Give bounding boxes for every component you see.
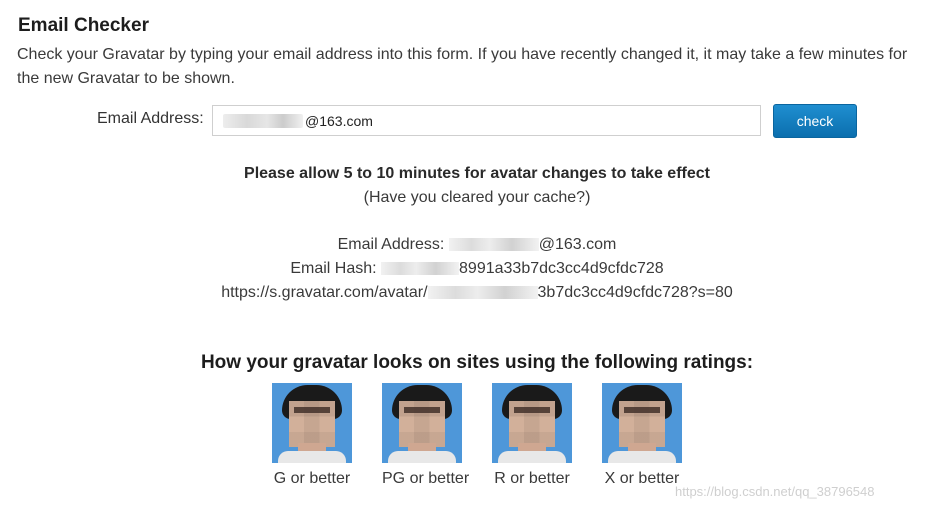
watermark: https://blog.csdn.net/qq_38796548 <box>675 484 875 499</box>
info-url-prefix: https://s.gravatar.com/avatar/ <box>221 284 428 301</box>
rating-card-g: G or better <box>272 383 352 488</box>
check-button[interactable]: check <box>773 104 857 138</box>
redacted-text <box>223 113 303 128</box>
info-email-domain: @163.com <box>538 236 617 253</box>
info-email-line: Email Address: @163.com <box>0 236 927 254</box>
info-url-line: https://s.gravatar.com/avatar/3b7dc3cc4d… <box>0 284 927 302</box>
avatar-image <box>272 383 352 463</box>
info-url-suffix: 3b7dc3cc4d9cfdc728?s=80 <box>537 284 733 301</box>
rating-label: X or better <box>604 470 680 487</box>
rating-card-x: X or better <box>602 383 682 488</box>
avatar-image <box>492 383 572 463</box>
rating-label: G or better <box>273 470 351 487</box>
rating-card-r: R or better <box>492 383 572 488</box>
avatar-image <box>382 383 462 463</box>
page-title: Email Checker <box>18 15 149 36</box>
email-input[interactable]: @163.com <box>212 105 761 136</box>
rating-label: R or better <box>494 470 570 487</box>
avatar-image <box>602 383 682 463</box>
notice-heading: Please allow 5 to 10 minutes for avatar … <box>244 165 710 182</box>
ratings-heading: How your gravatar looks on sites using t… <box>200 352 754 373</box>
intro-text: Check your Gravatar by typing your email… <box>17 46 908 87</box>
redacted-text <box>427 286 538 300</box>
rating-label: PG or better <box>382 470 470 487</box>
info-email-label: Email Address: <box>337 236 449 253</box>
info-hash-label: Email Hash: <box>290 260 382 277</box>
rating-card-pg: PG or better <box>382 383 470 488</box>
notice-subtext: (Have you cleared your cache?) <box>363 189 591 206</box>
info-hash-line: Email Hash: 8991a33b7dc3cc4d9cfdc728 <box>0 260 927 278</box>
email-address-label: Email Address: <box>97 110 204 127</box>
email-input-value: @163.com <box>305 112 373 129</box>
redacted-text <box>448 238 539 252</box>
redacted-text <box>381 262 460 276</box>
info-hash-value: 8991a33b7dc3cc4d9cfdc728 <box>459 260 664 277</box>
